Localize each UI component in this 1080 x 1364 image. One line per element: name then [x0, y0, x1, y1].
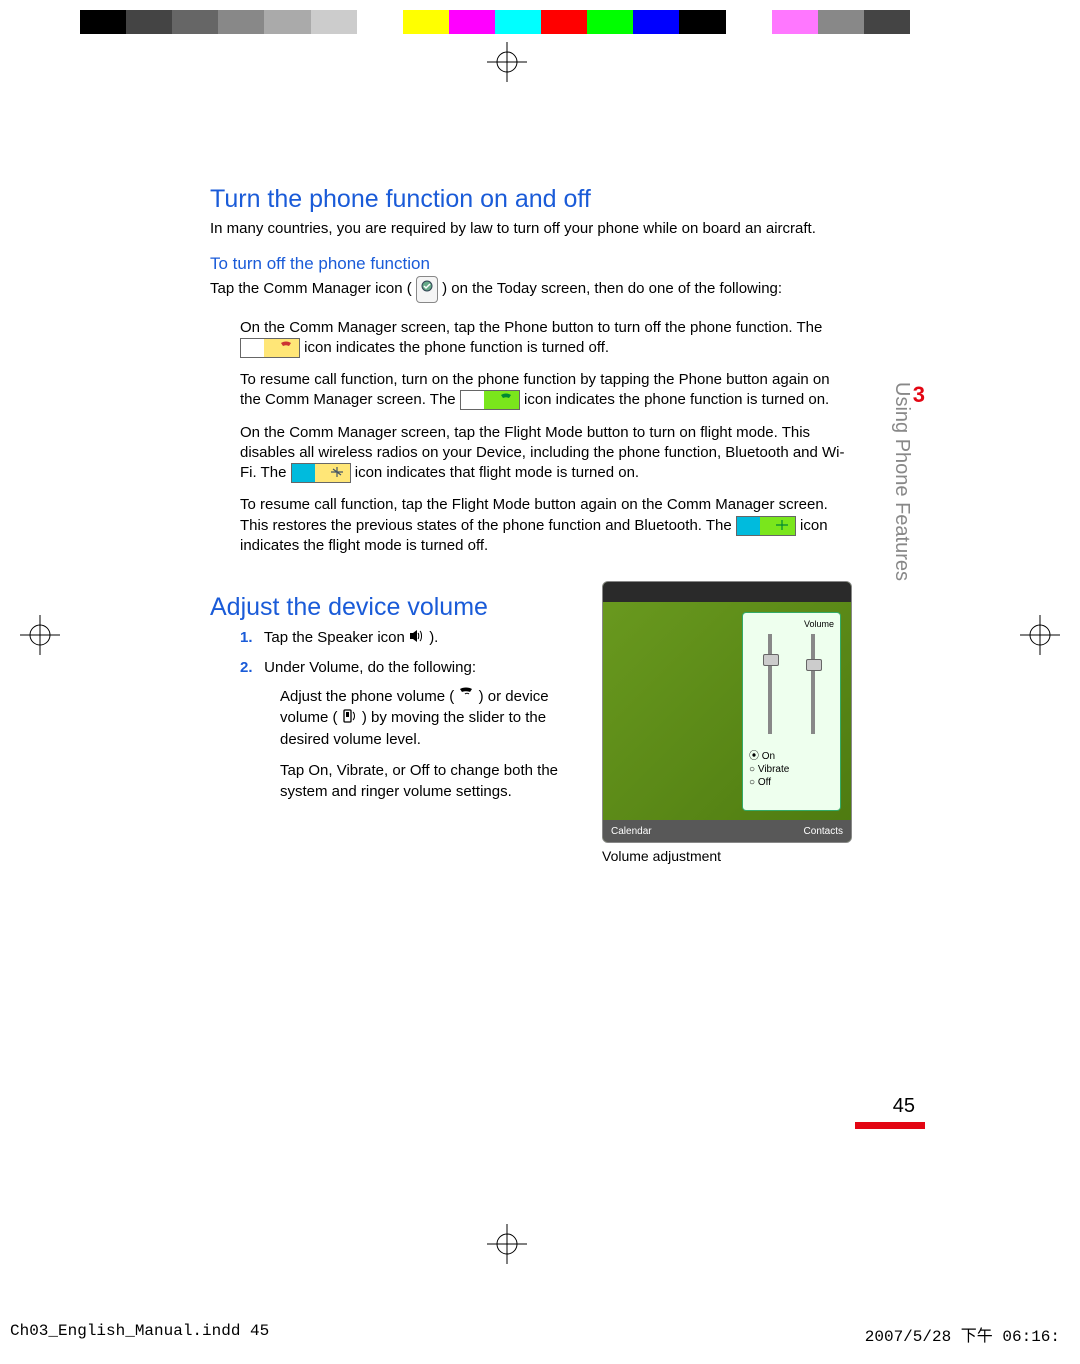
step-2: 2. Under Volume, do the following:	[240, 657, 580, 678]
intro-text: In many countries, you are required by l…	[210, 219, 850, 239]
print-color-bar	[80, 10, 910, 34]
phone-on-icon	[460, 390, 520, 410]
page-accent-bar	[855, 1122, 925, 1129]
bullet-3: On the Comm Manager screen, tap the Flig…	[240, 423, 850, 484]
phone-off-icon	[240, 338, 300, 358]
lead-text: Tap the Comm Manager icon ( ) on the Tod…	[210, 276, 850, 302]
speaker-icon	[409, 628, 425, 649]
imposition-footer: Ch03_English_Manual.indd 45 2007/5/28 下午…	[0, 1322, 1070, 1346]
radio-on[interactable]: ⦿ On	[749, 747, 834, 762]
chapter-number: 3	[913, 382, 925, 408]
registration-mark-icon	[487, 42, 527, 82]
footer-file: Ch03_English_Manual.indd 45	[10, 1322, 269, 1346]
screenshot-caption: Volume adjustment	[602, 848, 850, 864]
sub-heading: To turn off the phone function	[210, 254, 850, 274]
step-1: 1. Tap the Speaker icon ).	[240, 627, 580, 649]
chapter-title: Using Phone Features	[891, 382, 913, 581]
page-number: 45	[893, 1095, 915, 1118]
flight-mode-on-icon	[291, 463, 351, 483]
section-heading: Turn the phone function on and off	[210, 185, 850, 214]
sub-step-1: Adjust the phone volume ( ) or device vo…	[280, 686, 580, 750]
device-volume-slider[interactable]	[768, 634, 772, 734]
comm-manager-icon	[416, 276, 438, 302]
phone-volume-icon	[458, 686, 474, 707]
bullet-4: To resume call function, tap the Flight …	[240, 495, 850, 556]
flight-mode-off-icon	[736, 516, 796, 536]
volume-popup: Volume ⦿ On ○ Vibrate ○ Off	[742, 612, 841, 811]
device-volume-icon	[342, 708, 358, 729]
radio-vibrate[interactable]: ○ Vibrate	[749, 764, 834, 775]
phone-volume-slider[interactable]	[811, 634, 815, 734]
sub-step-2: Tap On, Vibrate, or Off to change both t…	[280, 760, 580, 802]
radio-off[interactable]: ○ Off	[749, 777, 834, 788]
bullet-1: On the Comm Manager screen, tap the Phon…	[240, 318, 850, 359]
footer-date: 2007/5/28 下午 06:16:	[865, 1322, 1060, 1346]
registration-mark-icon	[20, 615, 60, 655]
registration-mark-icon	[1020, 615, 1060, 655]
registration-mark-icon	[487, 1224, 527, 1264]
volume-screenshot: Volume ⦿ On ○ Vibrate ○ Off CalendarCont…	[602, 581, 852, 843]
bullet-2: To resume call function, turn on the pho…	[240, 370, 850, 411]
chapter-tab: 3 Using Phone Features	[890, 382, 925, 581]
section-heading: Adjust the device volume	[210, 593, 580, 622]
